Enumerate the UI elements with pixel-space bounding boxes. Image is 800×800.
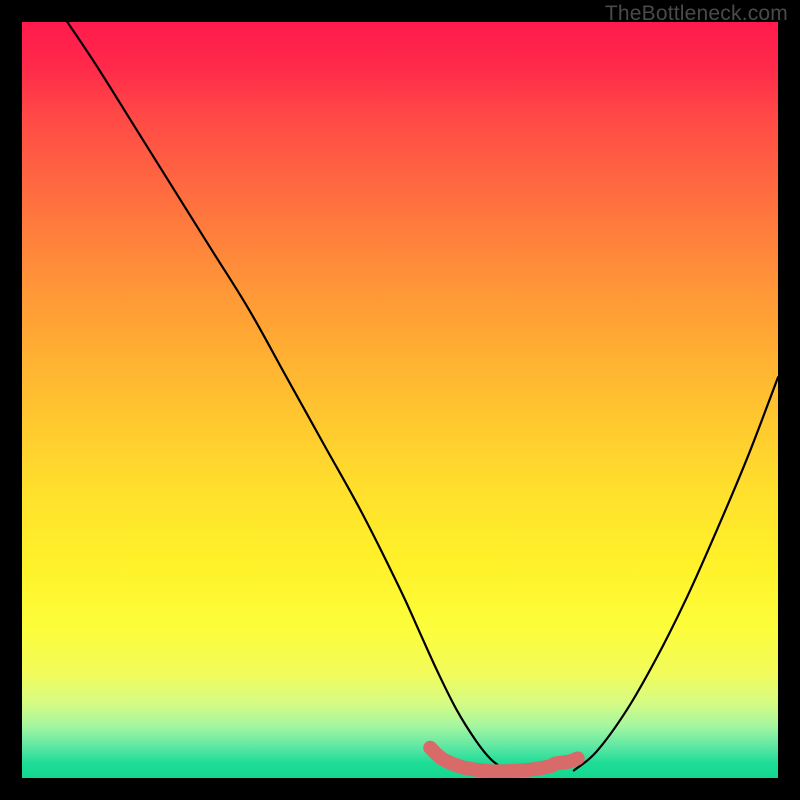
bottom-marker: [430, 748, 577, 772]
left-curve: [67, 22, 505, 770]
right-curve: [574, 377, 778, 770]
curves-svg: [22, 22, 778, 778]
plot-area: [22, 22, 778, 778]
chart-container: TheBottleneck.com: [0, 0, 800, 800]
